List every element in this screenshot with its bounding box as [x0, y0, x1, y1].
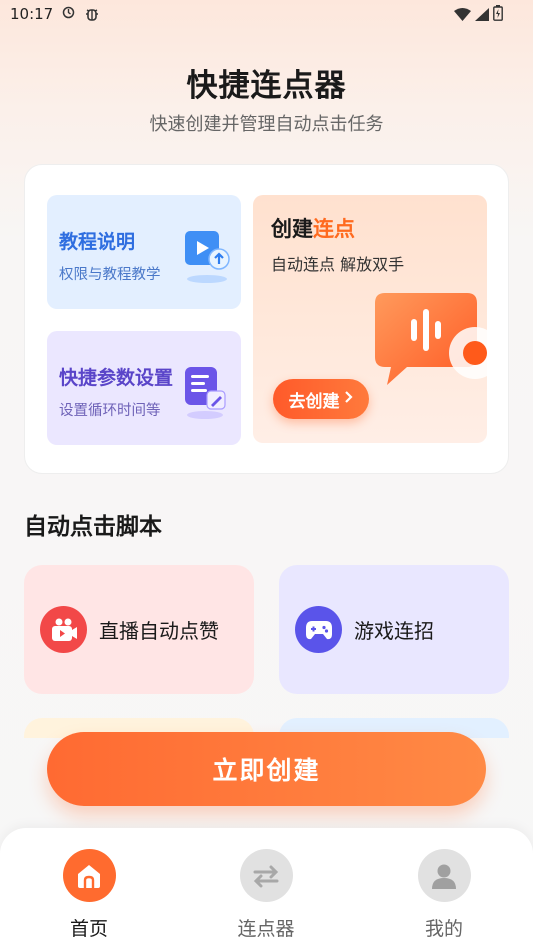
- script-game-label: 游戏连招: [354, 619, 434, 643]
- create-now-button[interactable]: 立即创建: [47, 732, 486, 806]
- sync-icon: [62, 6, 75, 23]
- bug-icon: [84, 6, 100, 26]
- status-bar: 10:17: [0, 0, 533, 30]
- chat-bubble-icon: [371, 291, 501, 395]
- status-time: 10:17: [10, 5, 54, 23]
- status-indicators: [454, 5, 503, 25]
- page-title: 快捷连点器: [186, 68, 347, 104]
- script-live-like[interactable]: 直播自动点赞: [24, 565, 254, 694]
- features-card: 教程说明 权限与教程教学 快捷参数设置 设置循环时间等 创建连点 自动连点 解放…: [24, 164, 509, 474]
- user-icon: [417, 849, 471, 902]
- scripts-section-title: 自动点击脚本: [24, 514, 162, 540]
- script-game-combo[interactable]: 游戏连招: [279, 565, 509, 694]
- nav-item-clicker[interactable]: 连点器: [206, 849, 326, 941]
- nav-item-home[interactable]: 首页: [29, 849, 149, 941]
- script-live-label: 直播自动点赞: [99, 619, 219, 643]
- tutorial-subtitle: 权限与教程教学: [59, 267, 161, 283]
- create-subtitle: 自动连点 解放双手: [271, 255, 405, 274]
- settings-subtitle: 设置循环时间等: [59, 403, 161, 419]
- chevron-right-icon: [344, 389, 354, 409]
- home-icon: [62, 849, 116, 902]
- page-subtitle: 快速创建并管理自动点击任务: [149, 114, 384, 135]
- nav-item-mine[interactable]: 我的: [384, 849, 504, 941]
- bottom-nav: 首页 连点器 我的: [0, 828, 533, 948]
- nav-label-mine: 我的: [424, 918, 463, 940]
- settings-tile[interactable]: 快捷参数设置 设置循环时间等: [47, 331, 241, 445]
- settings-title: 快捷参数设置: [59, 367, 174, 389]
- create-title: 创建连点: [271, 213, 355, 243]
- gamepad-icon: [295, 606, 342, 653]
- battery-icon: [493, 5, 503, 25]
- create-title-prefix: 创建: [271, 217, 313, 241]
- go-create-label: 去创建: [288, 391, 340, 412]
- document-edit-icon: [181, 363, 233, 423]
- create-title-accent: 连点: [313, 217, 355, 241]
- go-create-button[interactable]: 去创建: [273, 379, 369, 419]
- arrows-icon: [239, 849, 293, 902]
- signal-icon: [475, 6, 489, 25]
- wifi-icon: [454, 6, 471, 25]
- live-video-icon: [40, 606, 87, 653]
- create-tile[interactable]: 创建连点 自动连点 解放双手 去创建: [253, 195, 501, 443]
- tutorial-tile[interactable]: 教程说明 权限与教程教学: [47, 195, 241, 309]
- tutorial-title: 教程说明: [59, 231, 136, 253]
- video-upload-icon: [181, 227, 233, 287]
- nav-label-home: 首页: [69, 918, 108, 940]
- nav-label-clicker: 连点器: [237, 918, 295, 940]
